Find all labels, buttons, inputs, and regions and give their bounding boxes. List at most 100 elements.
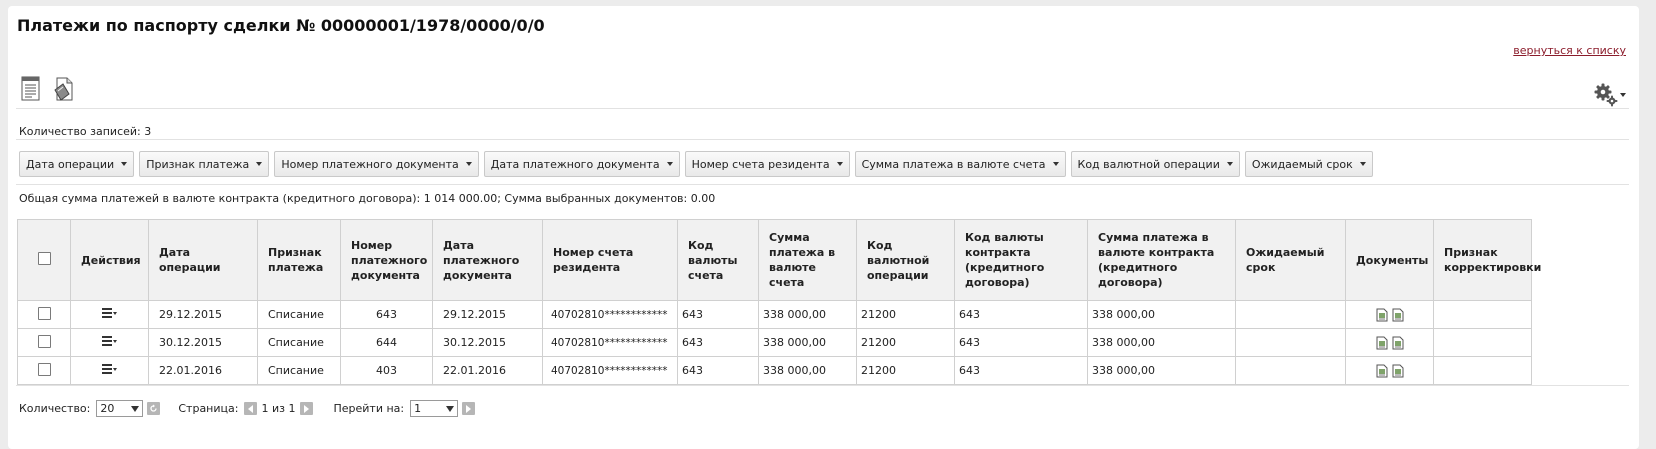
cell-acc-currency: 643 bbox=[677, 356, 759, 385]
row-actions-menu[interactable] bbox=[102, 306, 117, 320]
cell-account: 40702810************ bbox=[542, 356, 678, 385]
chevron-down-icon bbox=[113, 367, 117, 371]
header-expected[interactable]: Ожидаемый срок bbox=[1235, 219, 1346, 301]
filter-op-code[interactable]: Код валютной операции bbox=[1070, 151, 1240, 177]
chevron-down-icon bbox=[121, 162, 128, 166]
cell-correction bbox=[1433, 300, 1532, 329]
goto-label: Перейти на: bbox=[333, 402, 405, 415]
document-view-icon[interactable] bbox=[1374, 336, 1390, 349]
cell-op-date: 30.12.2015 bbox=[148, 328, 258, 357]
header-doc-date[interactable]: Дата платежного документа bbox=[432, 219, 543, 301]
header-op-code[interactable]: Код валютной операции bbox=[856, 219, 955, 301]
chevron-down-icon bbox=[836, 162, 843, 166]
row-checkbox[interactable] bbox=[37, 362, 51, 376]
back-to-list-link[interactable]: вернуться к списку bbox=[1513, 44, 1626, 57]
chevron-down-icon bbox=[113, 311, 117, 315]
cell-doc-num: 403 bbox=[340, 356, 433, 385]
settings-gear-icon[interactable] bbox=[1592, 82, 1628, 108]
row-select-cell bbox=[17, 328, 71, 357]
cell-amount-acc: 338 000,00 bbox=[758, 300, 857, 329]
filter-resident-account[interactable]: Номер счета резидента bbox=[684, 151, 850, 177]
cell-amount-contract: 338 000,00 bbox=[1087, 356, 1236, 385]
page-title: Платежи по паспорту сделки № 00000001/19… bbox=[17, 16, 545, 35]
row-actions-menu[interactable] bbox=[102, 334, 117, 348]
row-checkbox[interactable] bbox=[37, 334, 51, 348]
header-actions: Действия bbox=[70, 219, 149, 301]
chevron-down-icon bbox=[131, 405, 140, 412]
cell-contract-currency: 643 bbox=[954, 300, 1088, 329]
header-sign[interactable]: Признак платежа bbox=[257, 219, 341, 301]
table-row[interactable]: 22.01.2016 Списание 403 22.01.2016 40702810*… bbox=[17, 356, 1532, 385]
document-print-icon[interactable] bbox=[1390, 364, 1406, 377]
filter-doc-number[interactable]: Номер платежного документа bbox=[274, 151, 479, 177]
page-size-select[interactable]: 20 bbox=[96, 400, 144, 417]
row-select-cell bbox=[17, 300, 71, 329]
header-contract-currency[interactable]: Код валюты контракта (кредитного договор… bbox=[954, 219, 1088, 301]
cell-acc-currency: 643 bbox=[677, 328, 759, 357]
row-actions-cell bbox=[70, 328, 149, 357]
go-arrow-icon[interactable] bbox=[462, 402, 476, 415]
header-amount-acc[interactable]: Сумма платежа в валюте счета bbox=[758, 219, 857, 301]
report-icon[interactable] bbox=[20, 76, 42, 102]
document-view-icon[interactable] bbox=[1374, 308, 1390, 321]
header-correction[interactable]: Признак корректировки bbox=[1433, 219, 1541, 301]
row-checkbox[interactable] bbox=[37, 306, 51, 320]
count-label: Количество: bbox=[19, 402, 91, 415]
cell-documents bbox=[1345, 356, 1434, 385]
prev-page-icon[interactable] bbox=[244, 402, 258, 415]
header-op-date[interactable]: Дата операции bbox=[148, 219, 258, 301]
cell-amount-acc: 338 000,00 bbox=[758, 356, 857, 385]
document-print-icon[interactable] bbox=[1390, 308, 1406, 321]
cell-correction bbox=[1433, 328, 1532, 357]
export-icon[interactable] bbox=[52, 76, 74, 102]
header-account[interactable]: Номер счета резидента bbox=[542, 219, 678, 301]
chevron-down-icon bbox=[113, 339, 117, 343]
menu-icon bbox=[102, 334, 112, 348]
chevron-down-icon bbox=[1359, 162, 1366, 166]
filter-op-date[interactable]: Дата операции bbox=[19, 151, 135, 177]
cell-contract-currency: 643 bbox=[954, 328, 1088, 357]
filter-expected-term[interactable]: Ожидаемый срок bbox=[1244, 151, 1373, 177]
document-view-icon[interactable] bbox=[1374, 364, 1390, 377]
row-actions-cell bbox=[70, 300, 149, 329]
chevron-down-icon bbox=[1226, 162, 1233, 166]
cell-doc-num: 643 bbox=[340, 300, 433, 329]
chevron-down-icon bbox=[1052, 162, 1059, 166]
document-print-icon[interactable] bbox=[1390, 336, 1406, 349]
row-actions-menu[interactable] bbox=[102, 362, 117, 376]
cell-amount-contract: 338 000,00 bbox=[1087, 300, 1236, 329]
cell-op-code: 21200 bbox=[856, 300, 955, 329]
menu-icon bbox=[102, 306, 112, 320]
pager: Количество: 20 Страница: 1 из 1 Перейти … bbox=[19, 400, 476, 417]
header-amount-contract[interactable]: Сумма платежа в валюте контракта (кредит… bbox=[1087, 219, 1236, 301]
goto-page-select[interactable]: 1 bbox=[410, 400, 459, 417]
header-doc-num[interactable]: Номер платежного документа bbox=[340, 219, 433, 301]
select-all-checkbox[interactable] bbox=[37, 251, 51, 265]
cell-sign: Списание bbox=[257, 356, 341, 385]
records-count: Количество записей: 3 bbox=[19, 125, 152, 138]
cell-documents bbox=[1345, 300, 1434, 329]
cell-sign: Списание bbox=[257, 300, 341, 329]
chevron-down-icon bbox=[666, 162, 673, 166]
cell-account: 40702810************ bbox=[542, 300, 678, 329]
select-all-header bbox=[17, 219, 71, 301]
main-panel: Платежи по паспорту сделки № 00000001/19… bbox=[8, 6, 1639, 449]
chevron-down-icon bbox=[446, 405, 455, 412]
cell-op-code: 21200 bbox=[856, 328, 955, 357]
cell-doc-date: 30.12.2015 bbox=[432, 328, 543, 357]
cell-amount-contract: 338 000,00 bbox=[1087, 328, 1236, 357]
cell-op-date: 22.01.2016 bbox=[148, 356, 258, 385]
filter-payment-sign[interactable]: Признак платежа bbox=[139, 151, 270, 177]
refresh-icon[interactable] bbox=[147, 402, 161, 415]
cell-op-date: 29.12.2015 bbox=[148, 300, 258, 329]
table-row[interactable]: 30.12.2015 Списание 644 30.12.2015 40702810*… bbox=[17, 328, 1532, 357]
cell-doc-date: 29.12.2015 bbox=[432, 300, 543, 329]
cell-acc-currency: 643 bbox=[677, 300, 759, 329]
next-page-icon[interactable] bbox=[300, 402, 314, 415]
header-acc-currency[interactable]: Код валюты счета bbox=[677, 219, 759, 301]
page-info: 1 из 1 bbox=[261, 402, 296, 415]
table-row[interactable]: 29.12.2015 Списание 643 29.12.2015 40702810*… bbox=[17, 300, 1532, 329]
filter-amount-account[interactable]: Сумма платежа в валюте счета bbox=[854, 151, 1066, 177]
filter-doc-date[interactable]: Дата платежного документа bbox=[483, 151, 680, 177]
chevron-down-icon bbox=[256, 162, 263, 166]
